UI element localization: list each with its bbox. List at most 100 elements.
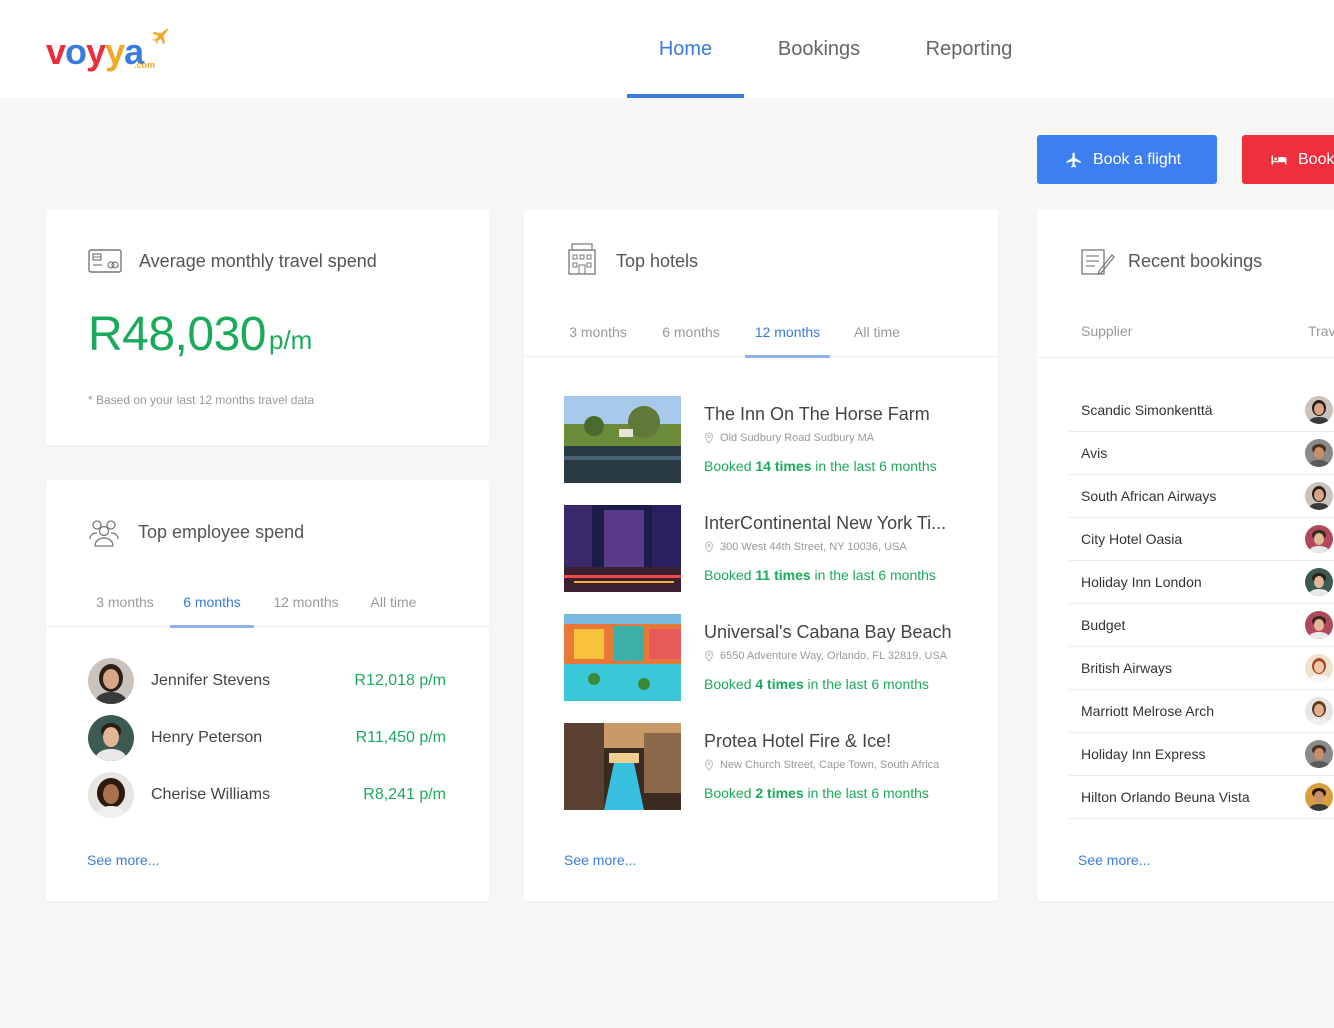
plane-icon (1066, 152, 1081, 167)
logo-letter: v (46, 31, 66, 72)
avatar (1305, 697, 1333, 725)
nav-reporting[interactable]: Reporting (894, 0, 1044, 98)
hotel-row[interactable]: Universal's Cabana Bay Beach 6550 Advent… (564, 614, 964, 702)
map-pin-icon (704, 541, 714, 553)
average-spend-amount: R48,030 (88, 308, 266, 361)
credit-card-icon (88, 249, 122, 273)
table-row[interactable]: City Hotel Oasia (1069, 518, 1334, 561)
book-hotel-label: Book (1298, 150, 1334, 168)
hotel-photo (564, 614, 681, 701)
book-flight-label: Book a flight (1093, 150, 1182, 168)
table-row[interactable]: Holiday Inn London (1069, 561, 1334, 604)
hotel-booked-count: Booked 11 times in the last 6 months (704, 567, 936, 583)
supplier-name: City Hotel Oasia (1081, 531, 1183, 547)
table-row[interactable]: Hilton Orlando Beuna Vista (1069, 776, 1334, 819)
tab-3-months[interactable]: 3 months (80, 577, 170, 627)
employee-row[interactable]: Henry Peterson R11,450 p/m (88, 714, 446, 762)
tab-12-months[interactable]: 12 months (261, 577, 351, 627)
map-pin-icon (704, 759, 714, 771)
hotel-address-text: Old Sudbury Road Sudbury MA (720, 432, 875, 444)
booked-prefix: Booked (704, 785, 756, 801)
avatar (88, 772, 134, 818)
booked-prefix: Booked (704, 676, 756, 692)
avatar (1305, 396, 1333, 424)
tab-all-time[interactable]: All time (842, 307, 912, 357)
column-header-traveller[interactable]: Trav (1308, 323, 1334, 339)
people-icon (89, 520, 119, 547)
nav-home[interactable]: Home (627, 0, 744, 98)
hotel-address: 300 West 44th Street, NY 10036, USA (704, 541, 907, 553)
employee-row[interactable]: Jennifer Stevens R12,018 p/m (88, 657, 446, 705)
booked-suffix: in the last 6 months (803, 785, 929, 801)
main-nav: Home Bookings Reporting (627, 0, 1044, 98)
tab-12-months[interactable]: 12 months (745, 307, 830, 358)
hotel-name: Universal's Cabana Bay Beach (704, 622, 952, 642)
avatar (1305, 568, 1333, 596)
see-more-hotels-link[interactable]: See more... (564, 852, 636, 868)
avatar (1305, 783, 1333, 811)
supplier-name: South African Airways (1081, 488, 1217, 504)
average-spend-title: Average monthly travel spend (139, 251, 377, 271)
voyya-logo[interactable]: voyya .com (46, 28, 169, 72)
employee-name: Jennifer Stevens (151, 672, 271, 689)
hotel-photo (564, 723, 681, 810)
table-row[interactable]: South African Airways (1069, 475, 1334, 518)
tab-6-months[interactable]: 6 months (651, 307, 731, 357)
table-row[interactable]: Marriott Melrose Arch (1069, 690, 1334, 733)
hotel-name: The Inn On The Horse Farm (704, 404, 930, 424)
hotel-booked-count: Booked 2 times in the last 6 months (704, 785, 929, 801)
book-hotel-button[interactable]: Book (1242, 135, 1334, 184)
employee-spend: R12,018 p/m (354, 672, 446, 689)
tab-6-months[interactable]: 6 months (170, 577, 254, 628)
table-row[interactable]: British Airways (1069, 647, 1334, 690)
avatar (1305, 611, 1333, 639)
logo-letter: o (65, 31, 87, 72)
booked-times: 2 times (755, 785, 804, 801)
hotel-photo (564, 396, 681, 483)
table-row[interactable]: Avis (1069, 432, 1334, 475)
hotel-name: Protea Hotel Fire & Ice! (704, 731, 892, 751)
employee-period-tabs: 3 months 6 months 12 months All time (46, 577, 489, 628)
hotel-address: New Church Street, Cape Town, South Afri… (704, 759, 939, 771)
supplier-name: Hilton Orlando Beuna Vista (1081, 789, 1250, 805)
hotel-row[interactable]: The Inn On The Horse Farm Old Sudbury Ro… (564, 396, 964, 484)
booked-suffix: in the last 6 months (811, 458, 937, 474)
column-header-supplier[interactable]: Supplier (1081, 323, 1132, 339)
map-pin-icon (704, 432, 714, 444)
hotel-building-icon (568, 243, 596, 275)
avatar (1305, 482, 1333, 510)
hotel-address: 6550 Adventure Way, Orlando, FL 32819, U… (704, 650, 947, 662)
table-row[interactable]: Holiday Inn Express (1069, 733, 1334, 776)
avatar (88, 658, 134, 704)
see-more-bookings-link[interactable]: See more... (1078, 852, 1150, 868)
tab-3-months[interactable]: 3 months (558, 307, 638, 357)
employee-row[interactable]: Cherise Williams R8,241 p/m (88, 771, 446, 819)
hotel-address-text: New Church Street, Cape Town, South Afri… (720, 759, 940, 771)
table-row[interactable]: Budget (1069, 604, 1334, 647)
hotel-photo (564, 505, 681, 592)
book-flight-button[interactable]: Book a flight (1037, 135, 1217, 184)
see-more-employees-link[interactable]: See more... (87, 852, 159, 868)
hotel-name: InterContinental New York Ti... (704, 513, 947, 533)
hotel-address-text: 6550 Adventure Way, Orlando, FL 32819, U… (720, 650, 948, 662)
logo-suffix: .com (134, 60, 156, 70)
avatar (1305, 525, 1333, 553)
supplier-name: Budget (1081, 617, 1126, 633)
booked-prefix: Booked (704, 458, 756, 474)
document-pen-icon (1081, 249, 1115, 275)
table-row[interactable]: Scandic Simonkenttä (1069, 389, 1334, 432)
nav-bookings[interactable]: Bookings (744, 0, 894, 98)
booked-times: 11 times (755, 567, 811, 583)
map-pin-icon (704, 650, 714, 662)
plane-icon (152, 28, 169, 45)
top-hotels-title: Top hotels (616, 251, 699, 271)
employee-spend: R11,450 p/m (355, 729, 446, 746)
booked-prefix: Booked (704, 567, 756, 583)
hotel-row[interactable]: Protea Hotel Fire & Ice! New Church Stre… (564, 723, 964, 811)
tab-all-time[interactable]: All time (356, 577, 431, 627)
hotel-row[interactable]: InterContinental New York Ti... 300 West… (564, 505, 964, 593)
employee-name: Henry Peterson (151, 729, 263, 746)
hotel-booked-count: Booked 14 times in the last 6 months (704, 458, 937, 474)
booked-suffix: in the last 6 months (810, 567, 936, 583)
employee-spend: R8,241 p/m (363, 786, 446, 803)
